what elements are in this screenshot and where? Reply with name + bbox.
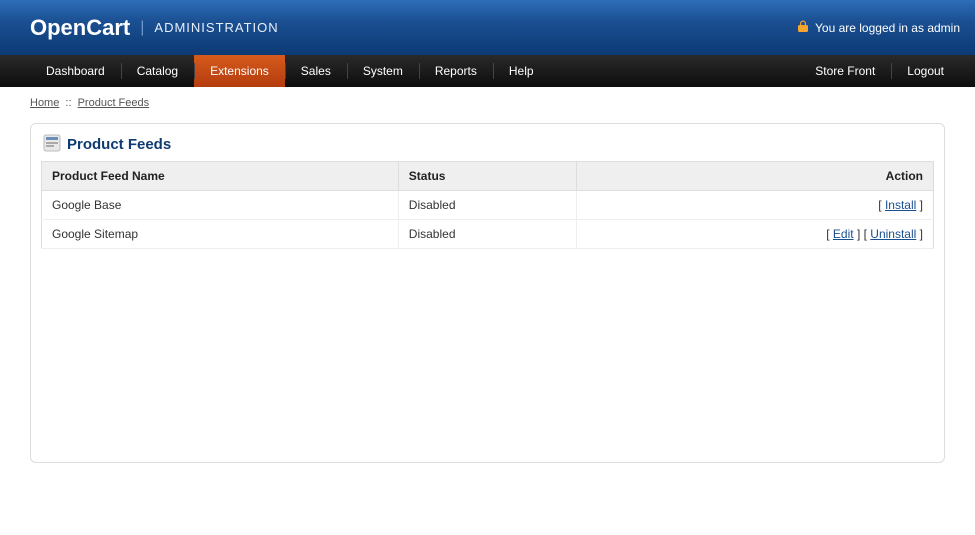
nav-catalog[interactable]: Catalog (121, 55, 194, 87)
nav-logout[interactable]: Logout (891, 55, 960, 87)
nav-system[interactable]: System (347, 55, 419, 87)
nav-help[interactable]: Help (493, 55, 550, 87)
nav-label: Reports (435, 64, 477, 78)
bracket: ] (854, 227, 864, 241)
nav-sales[interactable]: Sales (285, 55, 347, 87)
cell-name: Google Base (42, 191, 399, 220)
cell-action: [ Edit ] [ Uninstall ] (577, 220, 934, 249)
nav-extensions[interactable]: Extensions (194, 55, 285, 87)
logo: OpenCart (30, 15, 130, 41)
logged-in-text: You are logged in as admin (815, 21, 960, 35)
breadcrumb-sep: :: (65, 97, 71, 109)
bracket: [ (826, 227, 833, 241)
header-divider: | (140, 19, 144, 37)
nav-label: Catalog (137, 64, 178, 78)
header-left: OpenCart | ADMINISTRATION (30, 15, 279, 41)
cell-action: [ Install ] (577, 191, 934, 220)
lock-icon (797, 20, 809, 35)
feeds-table: Product Feed Name Status Action Google B… (41, 161, 934, 249)
breadcrumb-home[interactable]: Home (30, 97, 59, 109)
table-header-row: Product Feed Name Status Action (42, 162, 934, 191)
nav-left: Dashboard Catalog Extensions Sales Syste… (30, 55, 550, 87)
col-status: Status (398, 162, 576, 191)
admin-label: ADMINISTRATION (154, 20, 278, 35)
bracket: [ (878, 198, 885, 212)
breadcrumb-current[interactable]: Product Feeds (78, 97, 150, 109)
table-row: Google Base Disabled [ Install ] (42, 191, 934, 220)
cell-status: Disabled (398, 220, 576, 249)
cell-status: Disabled (398, 191, 576, 220)
nav-label: Dashboard (46, 64, 105, 78)
nav-label: Logout (907, 64, 944, 78)
feed-icon (43, 134, 61, 155)
action-edit[interactable]: Edit (833, 227, 854, 241)
action-uninstall[interactable]: Uninstall (870, 227, 916, 241)
nav-label: Sales (301, 64, 331, 78)
table-wrap: Product Feed Name Status Action Google B… (31, 161, 944, 259)
table-row: Google Sitemap Disabled [ Edit ] [ Unins… (42, 220, 934, 249)
content-panel: Product Feeds Product Feed Name Status A… (30, 123, 945, 463)
breadcrumb: Home :: Product Feeds (0, 87, 975, 119)
nav-label: Extensions (210, 64, 269, 78)
page-title: Product Feeds (67, 136, 171, 153)
col-name: Product Feed Name (42, 162, 399, 191)
nav-dashboard[interactable]: Dashboard (30, 55, 121, 87)
header-right: You are logged in as admin (797, 20, 960, 35)
app-header: OpenCart | ADMINISTRATION You are logged… (0, 0, 975, 55)
nav-reports[interactable]: Reports (419, 55, 493, 87)
nav-store-front[interactable]: Store Front (799, 55, 891, 87)
content-header: Product Feeds (31, 124, 944, 161)
action-install[interactable]: Install (885, 198, 916, 212)
cell-name: Google Sitemap (42, 220, 399, 249)
nav-label: System (363, 64, 403, 78)
main-nav: Dashboard Catalog Extensions Sales Syste… (0, 55, 975, 87)
nav-label: Store Front (815, 64, 875, 78)
nav-label: Help (509, 64, 534, 78)
bracket: ] (916, 198, 923, 212)
nav-right: Store Front Logout (799, 55, 960, 87)
col-action: Action (577, 162, 934, 191)
bracket: ] (916, 227, 923, 241)
